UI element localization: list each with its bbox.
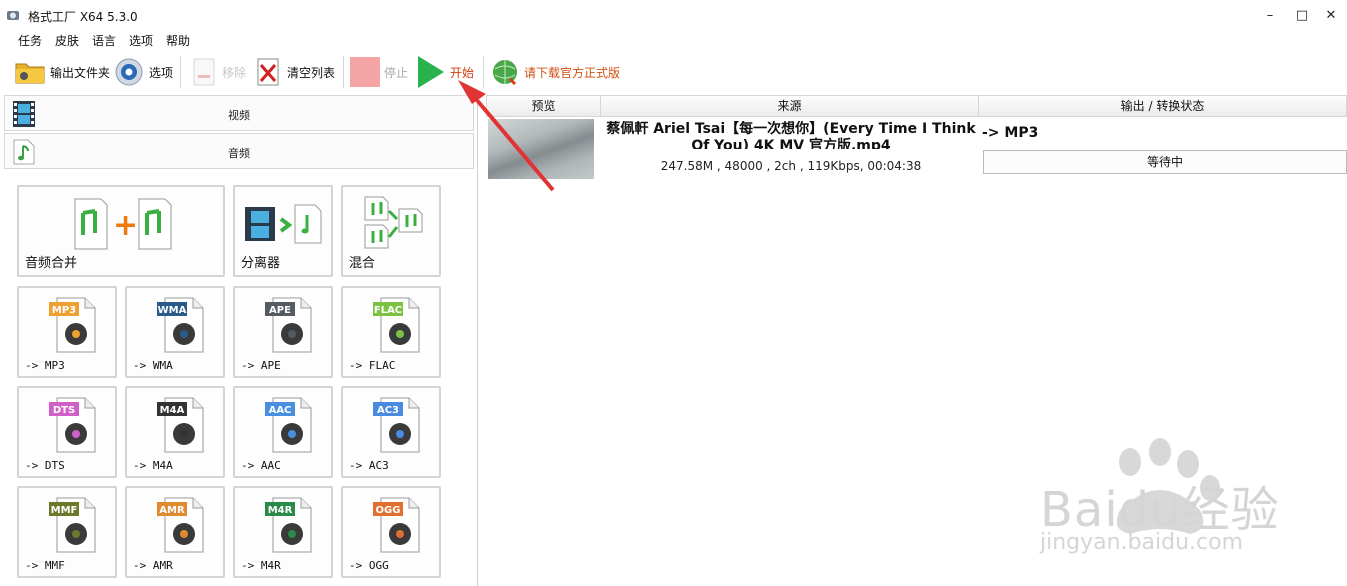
mix-icon bbox=[364, 196, 423, 249]
audio-merge-icon: + bbox=[74, 198, 172, 250]
format-tile-m4r[interactable]: M4R -> M4R bbox=[233, 486, 333, 578]
format-tile-caption: -> M4R bbox=[241, 559, 281, 572]
options-button[interactable]: 选项 bbox=[113, 56, 173, 88]
maximize-button[interactable]: □ bbox=[1288, 6, 1316, 26]
m4a-file-icon: M4A bbox=[157, 397, 204, 453]
svg-text:+: + bbox=[113, 208, 138, 243]
column-header-preview[interactable]: 预览 bbox=[486, 95, 601, 117]
window-title: 格式工厂 X64 5.3.0 bbox=[28, 10, 138, 24]
format-tile-flac[interactable]: FLAC -> FLAC bbox=[341, 286, 441, 378]
format-tile-caption: -> AC3 bbox=[349, 459, 389, 472]
remove-document-icon bbox=[193, 58, 215, 86]
svg-text:DTS: DTS bbox=[53, 405, 75, 416]
menu-skin[interactable]: 皮肤 bbox=[55, 32, 79, 49]
dts-file-icon: DTS bbox=[49, 397, 96, 453]
toolbar: 输出文件夹 选项 移除 清空列表 停止 开始 请下载官方正式版 bbox=[0, 52, 1347, 92]
download-official-button[interactable]: 请下载官方正式版 bbox=[490, 56, 620, 88]
aac-file-icon: AAC bbox=[265, 397, 312, 453]
svg-text:APE: APE bbox=[269, 305, 291, 316]
category-video[interactable]: 视频 bbox=[4, 95, 474, 131]
stop-icon bbox=[350, 57, 380, 87]
menu-help[interactable]: 帮助 bbox=[166, 32, 190, 49]
format-tile-ac3[interactable]: AC3 -> AC3 bbox=[341, 386, 441, 478]
mp3-file-icon: MP3 bbox=[49, 297, 96, 353]
remove-button[interactable]: 移除 bbox=[190, 56, 246, 88]
clear-list-icon bbox=[257, 58, 279, 86]
format-tile-caption: -> FLAC bbox=[349, 359, 396, 372]
column-header-output[interactable]: 输出 / 转换状态 bbox=[978, 95, 1347, 117]
minimize-button[interactable]: – bbox=[1256, 6, 1284, 26]
format-tile-caption: -> M4A bbox=[133, 459, 173, 472]
m4r-file-icon: M4R bbox=[265, 497, 312, 553]
clear-list-button[interactable]: 清空列表 bbox=[255, 56, 335, 88]
mix-tile[interactable]: 混合 bbox=[341, 185, 441, 277]
source-info: 247.58M , 48000 , 2ch , 119Kbps, 00:04:3… bbox=[660, 159, 922, 173]
format-tile-aac[interactable]: AAC -> AAC bbox=[233, 386, 333, 478]
globe-icon bbox=[493, 60, 517, 86]
splitter-icon bbox=[245, 204, 322, 244]
video-thumbnail bbox=[488, 119, 594, 179]
toolbar-divider bbox=[483, 56, 484, 88]
splitter-tile[interactable]: 分离器 bbox=[233, 185, 333, 277]
menu-language[interactable]: 语言 bbox=[92, 32, 116, 49]
svg-text:M4R: M4R bbox=[268, 505, 293, 516]
flac-file-icon: FLAC bbox=[373, 297, 420, 353]
format-tile-caption: -> AMR bbox=[133, 559, 173, 572]
watermark-url: jingyan.baidu.com bbox=[1040, 530, 1244, 555]
app-icon bbox=[7, 11, 19, 20]
format-tile-dts[interactable]: DTS -> DTS bbox=[17, 386, 117, 478]
conversion-panel: 视频 音频 + 音频合并 分离器 混合 MP3 -> MP3 WMA -> WM… bbox=[0, 93, 478, 586]
format-tile-caption: -> AAC bbox=[241, 459, 281, 472]
svg-text:MP3: MP3 bbox=[52, 305, 76, 316]
column-header-source[interactable]: 来源 bbox=[600, 95, 979, 117]
menu-task[interactable]: 任务 bbox=[18, 32, 42, 49]
wma-file-icon: WMA bbox=[157, 297, 204, 353]
close-button[interactable]: ✕ bbox=[1317, 6, 1345, 26]
output-folder-button[interactable]: 输出文件夹 bbox=[14, 56, 110, 88]
ogg-file-icon: OGG bbox=[373, 497, 420, 553]
format-tile-caption: -> WMA bbox=[133, 359, 173, 372]
toolbar-divider bbox=[343, 56, 344, 88]
format-tile-mmf[interactable]: MMF -> MMF bbox=[17, 486, 117, 578]
output-format: -> MP3 bbox=[982, 125, 1039, 141]
format-tile-caption: -> MP3 bbox=[25, 359, 65, 372]
audio-merge-tile[interactable]: + 音频合并 bbox=[17, 185, 225, 277]
folder-icon bbox=[15, 63, 45, 84]
format-tile-amr[interactable]: AMR -> AMR bbox=[125, 486, 225, 578]
svg-text:OGG: OGG bbox=[376, 505, 401, 516]
svg-text:M4A: M4A bbox=[160, 405, 185, 416]
menu-bar: 任务 皮肤 语言 选项 帮助 bbox=[0, 30, 600, 50]
category-audio[interactable]: 音频 bbox=[4, 133, 474, 169]
start-button[interactable]: 开始 bbox=[416, 56, 474, 88]
format-tile-ogg[interactable]: OGG -> OGG bbox=[341, 486, 441, 578]
format-tile-ape[interactable]: APE -> APE bbox=[233, 286, 333, 378]
toolbar-divider bbox=[180, 56, 181, 88]
menu-options[interactable]: 选项 bbox=[129, 32, 153, 49]
format-tile-caption: -> OGG bbox=[349, 559, 389, 572]
svg-text:WMA: WMA bbox=[158, 305, 187, 316]
source-filename: 蔡佩軒 Ariel Tsai【每一次想你】(Every Time I Think… bbox=[606, 121, 976, 149]
ape-file-icon: APE bbox=[265, 297, 312, 353]
format-tile-caption: -> DTS bbox=[25, 459, 65, 472]
gear-icon bbox=[115, 58, 143, 86]
format-tile-m4a[interactable]: M4A -> M4A bbox=[125, 386, 225, 478]
format-tile-wma[interactable]: WMA -> WMA bbox=[125, 286, 225, 378]
ac3-file-icon: AC3 bbox=[373, 397, 420, 453]
play-icon bbox=[418, 56, 444, 88]
conversion-status: 等待中 bbox=[983, 150, 1347, 174]
mmf-file-icon: MMF bbox=[49, 497, 96, 553]
format-tile-caption: -> MMF bbox=[25, 559, 65, 572]
format-tile-caption: -> APE bbox=[241, 359, 281, 372]
amr-file-icon: AMR bbox=[157, 497, 204, 553]
svg-text:FLAC: FLAC bbox=[374, 305, 402, 316]
svg-text:AAC: AAC bbox=[269, 405, 292, 416]
svg-text:AC3: AC3 bbox=[377, 405, 399, 416]
format-tile-mp3[interactable]: MP3 -> MP3 bbox=[17, 286, 117, 378]
svg-text:AMR: AMR bbox=[159, 505, 185, 516]
stop-button[interactable]: 停止 bbox=[350, 56, 408, 88]
svg-text:MMF: MMF bbox=[51, 505, 78, 516]
title-bar: 格式工厂 X64 5.3.0 – □ ✕ bbox=[0, 0, 1347, 30]
